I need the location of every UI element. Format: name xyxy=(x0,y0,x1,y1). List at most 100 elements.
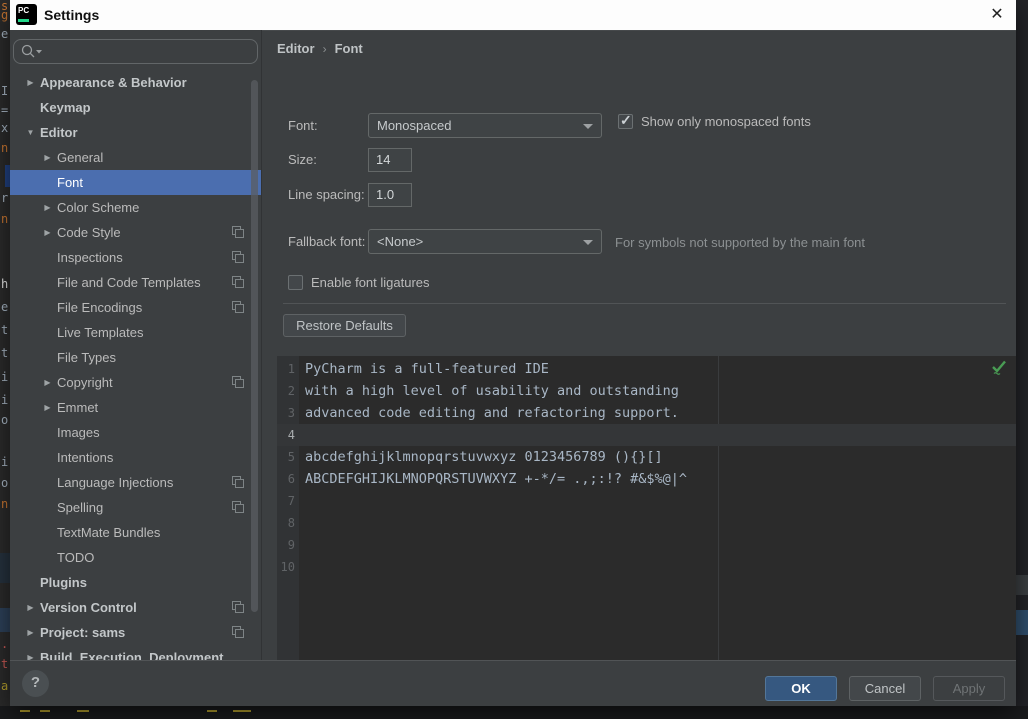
chevron-right-icon[interactable]: ▶ xyxy=(41,403,54,412)
background-code-fragment: n xyxy=(1,212,9,226)
preview-line-9: 9 xyxy=(277,534,1016,556)
chevron-right-icon[interactable]: ▶ xyxy=(24,653,37,660)
chevron-right-icon[interactable]: ▶ xyxy=(41,203,54,212)
chevron-right-icon[interactable]: ▶ xyxy=(41,153,54,162)
sidebar-item-inspections[interactable]: Inspections xyxy=(10,245,261,270)
font-family-value: Monospaced xyxy=(377,118,452,133)
background-code-fragment: i xyxy=(1,455,9,469)
background-block xyxy=(0,553,10,583)
background-code-fragment: x xyxy=(1,121,9,135)
help-button[interactable]: ? xyxy=(22,670,49,697)
sidebar-item-font[interactable]: Font xyxy=(10,170,261,195)
chevron-right-icon[interactable]: ▶ xyxy=(41,228,54,237)
line-number: 8 xyxy=(287,516,295,530)
breadcrumb-editor[interactable]: Editor xyxy=(277,41,315,56)
sidebar-item-label: Color Scheme xyxy=(57,200,140,215)
background-code-fragment: t xyxy=(1,323,9,337)
sidebar-item-live-templates[interactable]: Live Templates xyxy=(10,320,261,345)
sidebar-item-label: Intentions xyxy=(57,450,114,465)
line-number: 1 xyxy=(287,362,295,376)
font-family-dropdown[interactable]: Monospaced xyxy=(368,113,602,138)
sidebar-item-version-control[interactable]: ▶ Version Control xyxy=(10,595,261,620)
project-settings-icon xyxy=(232,376,244,388)
sidebar-item-label: Code Style xyxy=(57,225,121,240)
sidebar-item-build-execution-deployment[interactable]: ▶ Build, Execution, Deployment xyxy=(10,645,261,660)
chevron-right-icon[interactable]: ▶ xyxy=(24,78,37,87)
project-settings-icon xyxy=(232,601,244,613)
show-only-monospaced-checkbox[interactable] xyxy=(618,112,633,129)
preview-text: PyCharm is a full-featured IDE xyxy=(305,361,549,377)
chevron-right-icon[interactable]: ▶ xyxy=(41,378,54,387)
sidebar-item-language-injections[interactable]: Language Injections xyxy=(10,470,261,495)
chevron-down-icon[interactable]: ▼ xyxy=(24,128,37,137)
inspection-ok-icon[interactable] xyxy=(991,360,1007,376)
apply-button: Apply xyxy=(933,676,1005,701)
sidebar-item-file-and-code-templates[interactable]: File and Code Templates xyxy=(10,270,261,295)
dialog-body: ▶ Appearance & Behavior Keymap ▼ Editor ▶ Gene… xyxy=(10,30,1016,686)
sidebar-item-label: Spelling xyxy=(57,500,104,515)
sidebar-item-file-types[interactable]: File Types xyxy=(10,345,261,370)
font-ligatures-label: Enable font ligatures xyxy=(311,275,430,290)
sidebar-item-label: Plugins xyxy=(40,575,87,590)
dialog-footer: ? OK Cancel Apply xyxy=(10,660,1016,706)
sidebar-item-code-style[interactable]: ▶ Code Style xyxy=(10,220,261,245)
preview-line-3: 3 advanced code editing and refactoring s… xyxy=(277,402,1016,424)
restore-defaults-button[interactable]: Restore Defaults xyxy=(283,314,406,337)
settings-search-input[interactable] xyxy=(13,39,258,64)
pycharm-logo-icon: PC xyxy=(16,4,37,25)
sidebar-item-appearance-behavior[interactable]: ▶ Appearance & Behavior xyxy=(10,70,261,95)
settings-tree: ▶ Appearance & Behavior Keymap ▼ Editor ▶ Gene… xyxy=(10,70,261,660)
chevron-right-icon[interactable]: ▶ xyxy=(24,603,37,612)
sidebar-item-emmet[interactable]: ▶ Emmet xyxy=(10,395,261,420)
font-ligatures-checkbox[interactable] xyxy=(288,275,303,290)
sidebar-item-plugins[interactable]: Plugins xyxy=(10,570,261,595)
sidebar-item-file-encodings[interactable]: File Encodings xyxy=(10,295,261,320)
background-code-fragment: h xyxy=(1,277,9,291)
preview-text: ABCDEFGHIJKLMNOPQRSTUVWXYZ +-*/= .,;:!? … xyxy=(305,471,688,487)
ok-button[interactable]: OK xyxy=(765,676,837,701)
sidebar-item-general[interactable]: ▶ General xyxy=(10,145,261,170)
background-editor-strip-bottom xyxy=(0,706,1028,719)
background-editor-strip-right xyxy=(1016,0,1028,719)
fallback-font-hint: For symbols not supported by the main fo… xyxy=(615,235,866,250)
sidebar-scrollbar[interactable] xyxy=(251,80,258,612)
project-settings-icon xyxy=(232,276,244,288)
line-number: 7 xyxy=(287,494,295,508)
sidebar-item-label: Inspections xyxy=(57,250,123,265)
project-settings-icon xyxy=(232,501,244,513)
font-ligatures-group: Enable font ligatures xyxy=(288,275,430,290)
background-code-fragment: t xyxy=(1,346,9,360)
sidebar-item-intentions[interactable]: Intentions xyxy=(10,445,261,470)
fallback-font-dropdown[interactable]: <None> xyxy=(368,229,602,254)
sidebar-item-editor[interactable]: ▼ Editor xyxy=(10,120,261,145)
sidebar-item-label: File and Code Templates xyxy=(57,275,201,290)
fallback-font-value: <None> xyxy=(377,234,424,249)
sidebar-item-todo[interactable]: TODO xyxy=(10,545,261,570)
sidebar-item-copyright[interactable]: ▶ Copyright xyxy=(10,370,261,395)
preview-text: abcdefghijklmnopqrstuvwxyz 0123456789 ()… xyxy=(305,449,663,465)
sidebar-item-project-sams[interactable]: ▶ Project: sams xyxy=(10,620,261,645)
sidebar-item-textmate-bundles[interactable]: TextMate Bundles xyxy=(10,520,261,545)
background-code-fragment: t xyxy=(1,657,9,671)
project-settings-icon xyxy=(232,476,244,488)
sidebar-item-label: Emmet xyxy=(57,400,99,415)
sidebar-item-spelling[interactable]: Spelling xyxy=(10,495,261,520)
background-code-fragment: g xyxy=(1,8,9,22)
background-code-fragment: o xyxy=(1,476,9,490)
sidebar-item-label: File Encodings xyxy=(57,300,143,315)
sidebar-item-keymap[interactable]: Keymap xyxy=(10,95,261,120)
sidebar-item-label: Font xyxy=(57,175,84,190)
sidebar-item-images[interactable]: Images xyxy=(10,420,261,445)
font-preview-editor[interactable]: 1 PyCharm is a full-featured IDE 2 with a h… xyxy=(277,356,1016,686)
sidebar-item-color-scheme[interactable]: ▶ Color Scheme xyxy=(10,195,261,220)
cancel-button[interactable]: Cancel xyxy=(849,676,921,701)
background-block xyxy=(1016,610,1028,635)
line-spacing-label: Line spacing: xyxy=(288,187,365,202)
sidebar-item-label: Build, Execution, Deployment xyxy=(40,650,224,660)
background-code-fragment: = xyxy=(1,103,9,117)
background-code-fragment: i xyxy=(1,370,9,384)
size-field[interactable]: 14 xyxy=(368,148,412,172)
line-spacing-field[interactable]: 1.0 xyxy=(368,183,412,207)
chevron-right-icon[interactable]: ▶ xyxy=(24,628,37,637)
close-icon[interactable]: ✕ xyxy=(988,6,1006,24)
